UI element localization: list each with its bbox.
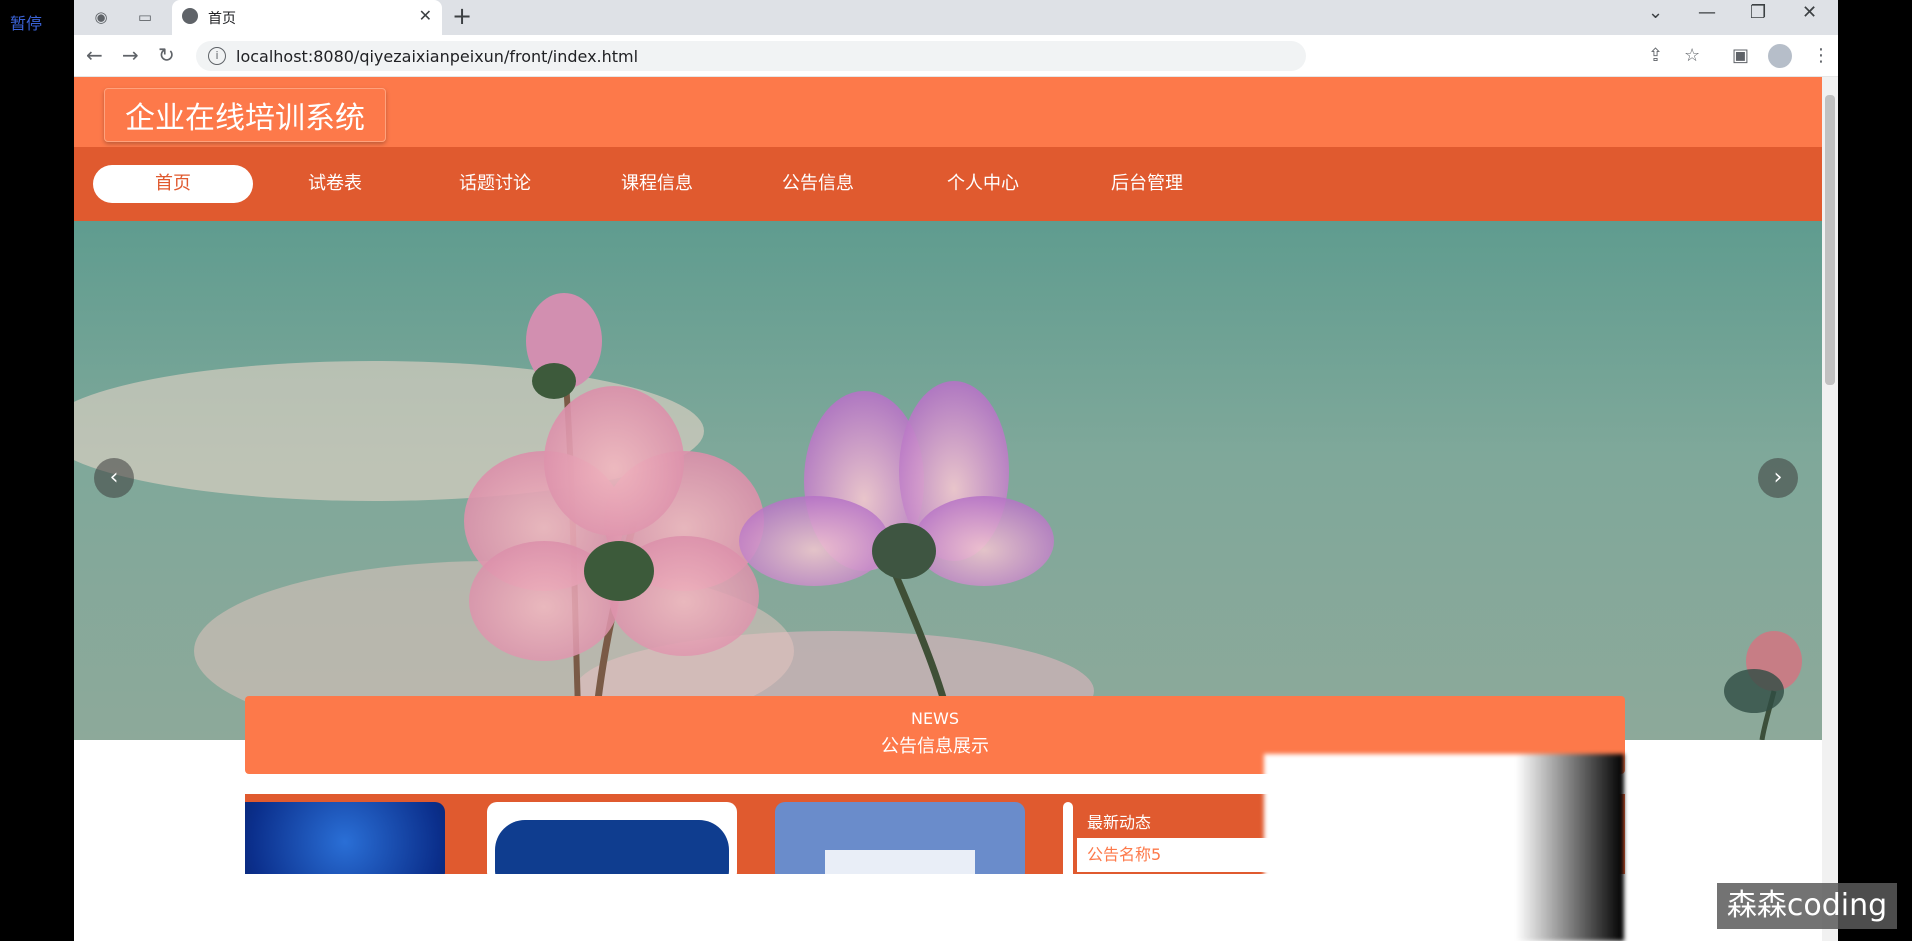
share-icon[interactable]: ⇪ [1648, 45, 1663, 66]
tab-placeholder-icon[interactable]: ▭ [134, 6, 156, 28]
card-logo-shape [825, 850, 975, 874]
carousel-banner[interactable]: ‹ › [74, 221, 1822, 740]
window-close-icon[interactable]: ✕ [1802, 2, 1817, 23]
flower-photo [74, 293, 1802, 740]
bookmark-star-icon[interactable]: ☆ [1684, 45, 1700, 66]
nav-courses[interactable]: 课程信息 [577, 165, 737, 203]
scrollbar-thumb[interactable] [1825, 95, 1835, 385]
minimize-icon[interactable]: — [1698, 2, 1716, 23]
nav-discussion[interactable]: 话题讨论 [415, 165, 575, 203]
nav-profile[interactable]: 个人中心 [903, 165, 1063, 203]
news-en-title: NEWS [910, 709, 960, 728]
active-tab[interactable]: 首页 ✕ [172, 0, 442, 35]
reload-icon[interactable]: ↻ [158, 43, 175, 67]
latest-news-title: 最新动态 [1087, 813, 1152, 832]
new-tab-button[interactable]: + [452, 2, 472, 30]
news-card-image[interactable] [775, 802, 1025, 874]
restore-icon[interactable]: ❐ [1750, 2, 1766, 23]
globe-icon[interactable]: ◉ [90, 6, 112, 28]
site-info-icon[interactable]: i [208, 47, 226, 65]
watermark: 森森coding [1717, 883, 1897, 929]
tab-search-icon[interactable]: ⌄ [1648, 2, 1663, 23]
site-title: 企业在线培训系统 [104, 88, 386, 142]
nav-exam-papers[interactable]: 试卷表 [255, 165, 415, 203]
address-bar-row: ← → ↻ i localhost:8080/qiyezaixianpeixun… [74, 35, 1838, 77]
nav-admin[interactable]: 后台管理 [1067, 165, 1227, 203]
extensions-icon[interactable]: ▣ [1732, 45, 1749, 66]
main-nav: 首页 试卷表 话题讨论 课程信息 公告信息 个人中心 后台管理 [74, 147, 1822, 221]
card-logo-shape [495, 820, 729, 874]
close-tab-icon[interactable]: ✕ [419, 6, 432, 25]
forward-icon[interactable]: → [122, 43, 139, 67]
carousel-prev-button[interactable]: ‹ [94, 458, 134, 498]
url-text: localhost:8080/qiyezaixianpeixun/front/i… [236, 47, 639, 66]
tab-title: 首页 [208, 11, 236, 27]
news-card-image[interactable] [245, 802, 445, 874]
paused-label: 暂停 [10, 14, 43, 33]
nav-home[interactable]: 首页 [93, 165, 253, 203]
globe-icon [182, 8, 198, 24]
tab-strip: ◉ ▭ 首页 ✕ + ⌄ — ❐ ✕ [74, 0, 1838, 35]
url-field[interactable]: i localhost:8080/qiyezaixianpeixun/front… [196, 41, 1306, 71]
site-header: 企业在线培训系统 [74, 77, 1822, 147]
blur-overlay [1264, 754, 1624, 941]
more-menu-icon[interactable]: ⋮ [1812, 45, 1830, 66]
profile-avatar[interactable] [1768, 44, 1792, 68]
back-icon[interactable]: ← [86, 43, 103, 67]
carousel-next-button[interactable]: › [1758, 458, 1798, 498]
nav-announcements[interactable]: 公告信息 [738, 165, 898, 203]
news-card-image[interactable] [487, 802, 737, 874]
page-scrollbar[interactable] [1822, 77, 1838, 941]
news-card-image[interactable] [1063, 802, 1073, 874]
